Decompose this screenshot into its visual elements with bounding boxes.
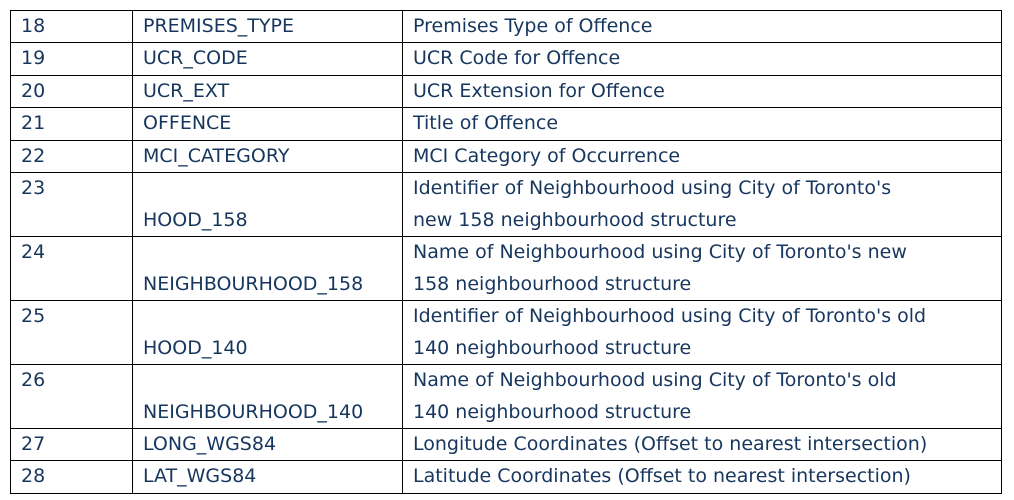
description-line: Longitude Coordinates (Offset to nearest… <box>413 433 928 456</box>
description-cell: Identifier of Neighbourhood using City o… <box>402 172 1002 238</box>
field-name-cell: HOOD_158 <box>132 172 403 238</box>
description-line: new 158 neighbourhood structure <box>413 208 737 231</box>
field-name-cell: UCR_EXT <box>132 74 403 109</box>
description-cell: Name of Neighbourhood using City of Toro… <box>402 364 1002 430</box>
row-number-cell: 28 <box>10 460 133 494</box>
table-row: 25 HOOD_140 Identifier of Neighbourhood us… <box>10 300 1002 366</box>
description-line: Identifier of Neighbourhood using City o… <box>413 305 927 328</box>
row-number-cell: 20 <box>10 74 133 109</box>
table-row: 21 OFFENCE Title of Offence <box>10 107 1002 141</box>
row-number-cell: 24 <box>10 236 133 302</box>
description-line: Latitude Coordinates (Offset to nearest … <box>413 465 911 488</box>
field-name-cell: OFFENCE <box>132 107 403 141</box>
description-line: MCI Category of Occurrence <box>413 144 681 167</box>
description-line: 140 neighbourhood structure <box>413 400 692 423</box>
field-name-cell: HOOD_140 <box>132 300 403 366</box>
description-line: Name of Neighbourhood using City of Toro… <box>413 241 907 264</box>
description-cell: Premises Type of Offence <box>402 9 1002 44</box>
description-cell: Title of Offence <box>402 107 1002 141</box>
description-cell: Identifier of Neighbourhood using City o… <box>402 300 1002 366</box>
field-name-cell: UCR_CODE <box>132 42 403 76</box>
table-row: 18 PREMISES_TYPE Premises Type of Offence <box>10 9 1002 44</box>
field-name-cell: LONG_WGS84 <box>132 428 403 462</box>
row-number-cell: 25 <box>10 300 133 366</box>
description-cell: Name of Neighbourhood using City of Toro… <box>402 236 1002 302</box>
row-number-cell: 19 <box>10 42 133 76</box>
table-row: 26 NEIGHBOURHOOD_140 Name of Neighbourhood… <box>10 364 1002 430</box>
row-number-cell: 27 <box>10 428 133 462</box>
row-number-cell: 18 <box>10 9 133 44</box>
description-cell: Longitude Coordinates (Offset to nearest… <box>402 428 1002 462</box>
description-line: 158 neighbourhood structure <box>413 272 692 295</box>
table-row: 19 UCR_CODE UCR Code for Offence <box>10 42 1002 76</box>
table-row: 20 UCR_EXT UCR Extension for Offence <box>10 74 1002 109</box>
row-number-cell: 22 <box>10 139 133 174</box>
row-number-cell: 21 <box>10 107 133 141</box>
description-line: 140 neighbourhood structure <box>413 336 692 359</box>
field-name-cell: MCI_CATEGORY <box>132 139 403 174</box>
field-name-cell: LAT_WGS84 <box>132 460 403 494</box>
table-row: 28 LAT_WGS84 Latitude Coordinates (Offset … <box>10 460 1002 494</box>
description-line: UCR Extension for Offence <box>413 79 665 102</box>
row-number-cell: 23 <box>10 172 133 238</box>
description-cell: Latitude Coordinates (Offset to nearest … <box>402 460 1002 494</box>
table-row: 22 MCI_CATEGORY MCI Category of Occurrence <box>10 139 1002 174</box>
description-line: Premises Type of Offence <box>413 15 653 37</box>
description-cell: MCI Category of Occurrence <box>402 139 1002 174</box>
table-row: 23 HOOD_158 Identifier of Neighbourhood us… <box>10 172 1002 238</box>
description-cell: UCR Extension for Offence <box>402 74 1002 109</box>
field-name-cell: NEIGHBOURHOOD_140 <box>132 364 403 430</box>
field-definition-table: 18 PREMISES_TYPE Premises Type of Offence 1… <box>10 9 1002 494</box>
table-body: 18 PREMISES_TYPE Premises Type of Offence 1… <box>10 9 1002 494</box>
description-line: UCR Code for Offence <box>413 47 621 70</box>
description-line: Identifier of Neighbourhood using City o… <box>413 177 892 200</box>
description-line: Title of Offence <box>413 112 559 135</box>
row-number-cell: 26 <box>10 364 133 430</box>
field-name-cell: PREMISES_TYPE <box>132 9 403 44</box>
field-name-cell: NEIGHBOURHOOD_158 <box>132 236 403 302</box>
description-line: Name of Neighbourhood using City of Toro… <box>413 369 897 392</box>
table-row: 27 LONG_WGS84 Longitude Coordinates (Offse… <box>10 428 1002 462</box>
table-row: 24 NEIGHBOURHOOD_158 Name of Neighbourhood… <box>10 236 1002 302</box>
description-cell: UCR Code for Offence <box>402 42 1002 76</box>
